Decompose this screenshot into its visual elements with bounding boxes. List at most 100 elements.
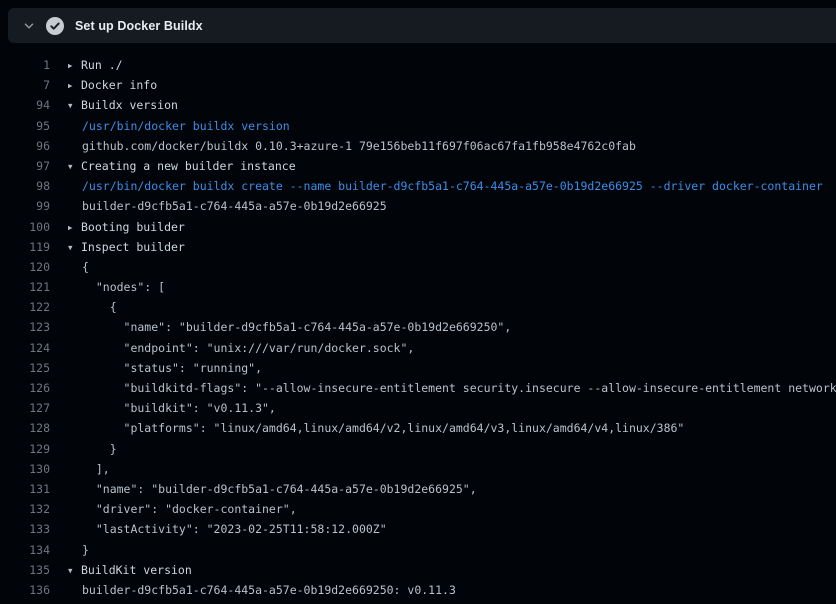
line-content: builder-d9cfb5a1-c764-445a-a57e-0b19d2e6…	[68, 580, 456, 600]
line-content: "driver": "docker-container",	[68, 499, 297, 519]
line-number[interactable]: 127	[0, 398, 50, 418]
line-number[interactable]: 135	[0, 560, 50, 580]
log-line: 96 github.com/docker/buildx 0.10.3+azure…	[0, 136, 836, 156]
line-content: }	[68, 540, 89, 560]
line-number[interactable]: 95	[0, 116, 50, 136]
triangle-expanded-icon[interactable]: ▼	[68, 96, 81, 115]
line-content[interactable]: ▼Inspect builder	[68, 237, 185, 257]
line-content: /usr/bin/docker buildx create --name bui…	[68, 176, 823, 196]
line-number[interactable]: 7	[0, 75, 50, 95]
line-content[interactable]: ▼BuildKit version	[68, 560, 192, 580]
line-number[interactable]: 132	[0, 499, 50, 519]
line-content[interactable]: ▶Booting builder	[68, 217, 185, 237]
triangle-expanded-icon[interactable]: ▼	[68, 561, 81, 580]
log-line: 119 ▼Inspect builder	[0, 237, 836, 257]
group-title: Buildx version	[81, 98, 178, 112]
line-content: "nodes": [	[68, 277, 165, 297]
line-content: ],	[68, 459, 110, 479]
line-content[interactable]: ▼Creating a new builder instance	[68, 156, 296, 176]
log-line: 136 builder-d9cfb5a1-c764-445a-a57e-0b19…	[0, 580, 836, 600]
group-title: Run ./	[81, 58, 123, 72]
log-line: 129 }	[0, 439, 836, 459]
line-content: "name": "builder-d9cfb5a1-c764-445a-a57e…	[68, 317, 511, 337]
line-content: "lastActivity": "2023-02-25T11:58:12.000…	[68, 519, 387, 539]
line-number[interactable]: 131	[0, 479, 50, 499]
log-line: 100 ▶Booting builder	[0, 217, 836, 237]
group-title: Inspect builder	[81, 240, 185, 254]
line-content: {	[68, 297, 117, 317]
log-viewer: 1 ▶Run ./ 7 ▶Docker info 94 ▼Buildx vers…	[0, 55, 836, 600]
group-title: Docker info	[81, 78, 157, 92]
log-line: 132 "driver": "docker-container",	[0, 499, 836, 519]
triangle-collapsed-icon[interactable]: ▶	[68, 76, 81, 95]
line-number[interactable]: 136	[0, 580, 50, 600]
line-number[interactable]: 100	[0, 217, 50, 237]
log-line: 1 ▶Run ./	[0, 55, 836, 75]
log-line: 7 ▶Docker info	[0, 75, 836, 95]
line-content[interactable]: ▶Run ./	[68, 55, 123, 75]
log-line: 127 "buildkit": "v0.11.3",	[0, 398, 836, 418]
log-line: 126 "buildkitd-flags": "--allow-insecure…	[0, 378, 836, 398]
line-content: "status": "running",	[68, 358, 262, 378]
line-content: "endpoint": "unix:///var/run/docker.sock…	[68, 338, 414, 358]
log-line: 120 {	[0, 257, 836, 277]
log-line: 123 "name": "builder-d9cfb5a1-c764-445a-…	[0, 317, 836, 337]
group-title: BuildKit version	[81, 563, 192, 577]
line-number[interactable]: 134	[0, 540, 50, 560]
log-line: 130 ],	[0, 459, 836, 479]
log-line: 133 "lastActivity": "2023-02-25T11:58:12…	[0, 519, 836, 539]
line-content: "platforms": "linux/amd64,linux/amd64/v2…	[68, 418, 684, 438]
line-content: "buildkit": "v0.11.3",	[68, 398, 276, 418]
triangle-expanded-icon[interactable]: ▼	[68, 238, 81, 257]
log-line: 124 "endpoint": "unix:///var/run/docker.…	[0, 338, 836, 358]
log-line: 134 }	[0, 540, 836, 560]
line-content: /usr/bin/docker buildx version	[68, 116, 290, 136]
chevron-down-icon[interactable]	[18, 15, 40, 37]
line-content[interactable]: ▶Docker info	[68, 75, 157, 95]
log-line: 122 {	[0, 297, 836, 317]
line-number[interactable]: 1	[0, 55, 50, 75]
step-title: Set up Docker Buildx	[75, 19, 203, 33]
line-number[interactable]: 97	[0, 156, 50, 176]
line-content: "buildkitd-flags": "--allow-insecure-ent…	[68, 378, 836, 398]
log-line: 135 ▼BuildKit version	[0, 560, 836, 580]
log-line: 95 /usr/bin/docker buildx version	[0, 116, 836, 136]
line-number[interactable]: 130	[0, 459, 50, 479]
line-content: }	[68, 439, 117, 459]
line-number[interactable]: 99	[0, 196, 50, 216]
log-line: 94 ▼Buildx version	[0, 95, 836, 115]
log-line: 128 "platforms": "linux/amd64,linux/amd6…	[0, 418, 836, 438]
triangle-collapsed-icon[interactable]: ▶	[68, 56, 81, 75]
line-number[interactable]: 133	[0, 519, 50, 539]
group-title: Creating a new builder instance	[81, 159, 296, 173]
line-number[interactable]: 125	[0, 358, 50, 378]
step-header[interactable]: Set up Docker Buildx	[8, 8, 836, 43]
log-line: 131 "name": "builder-d9cfb5a1-c764-445a-…	[0, 479, 836, 499]
line-content: github.com/docker/buildx 0.10.3+azure-1 …	[68, 136, 636, 156]
log-line: 97 ▼Creating a new builder instance	[0, 156, 836, 176]
line-content: builder-d9cfb5a1-c764-445a-a57e-0b19d2e6…	[68, 196, 387, 216]
line-number[interactable]: 98	[0, 176, 50, 196]
log-line: 99 builder-d9cfb5a1-c764-445a-a57e-0b19d…	[0, 196, 836, 216]
line-number[interactable]: 126	[0, 378, 50, 398]
check-circle-icon	[46, 17, 64, 35]
group-title: Booting builder	[81, 220, 185, 234]
line-content: {	[68, 257, 89, 277]
line-number[interactable]: 121	[0, 277, 50, 297]
line-number[interactable]: 123	[0, 317, 50, 337]
log-line: 121 "nodes": [	[0, 277, 836, 297]
log-line: 125 "status": "running",	[0, 358, 836, 378]
line-content: "name": "builder-d9cfb5a1-c764-445a-a57e…	[68, 479, 477, 499]
line-number[interactable]: 124	[0, 338, 50, 358]
line-content[interactable]: ▼Buildx version	[68, 95, 178, 115]
line-number[interactable]: 119	[0, 237, 50, 257]
line-number[interactable]: 122	[0, 297, 50, 317]
line-number[interactable]: 96	[0, 136, 50, 156]
line-number[interactable]: 120	[0, 257, 50, 277]
log-line: 98 /usr/bin/docker buildx create --name …	[0, 176, 836, 196]
triangle-collapsed-icon[interactable]: ▶	[68, 218, 81, 237]
triangle-expanded-icon[interactable]: ▼	[68, 157, 81, 176]
line-number[interactable]: 128	[0, 418, 50, 438]
line-number[interactable]: 129	[0, 439, 50, 459]
line-number[interactable]: 94	[0, 95, 50, 115]
